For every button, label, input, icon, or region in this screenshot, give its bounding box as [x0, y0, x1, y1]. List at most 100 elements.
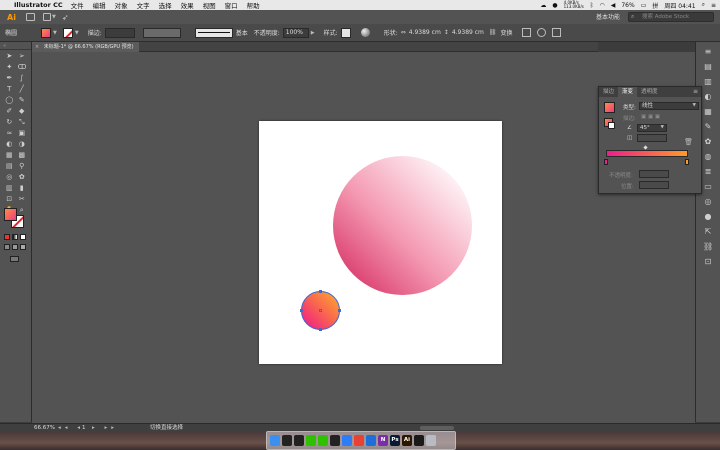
menu-view[interactable]: 视图: [203, 0, 216, 10]
artboard-navigation[interactable]: ◂◂ ◂: [58, 424, 84, 432]
appearance-icon[interactable]: ●: [703, 212, 713, 222]
perspective-grid-icon[interactable]: ▦: [5, 151, 13, 159]
artboard-number[interactable]: 1: [82, 424, 86, 432]
dock-app-illustrator-icon[interactable]: Ai: [402, 435, 412, 446]
stop-opacity-input[interactable]: [639, 170, 669, 178]
symbol-sprayer-icon[interactable]: ✿: [18, 173, 26, 181]
gradient-tool-icon[interactable]: ▤: [5, 162, 13, 170]
anchor-point[interactable]: [300, 309, 303, 312]
graph-tool-icon[interactable]: ▥: [5, 184, 13, 192]
draw-inside-icon[interactable]: [20, 244, 26, 250]
bridge-icon[interactable]: [26, 13, 35, 21]
scale-tool-icon[interactable]: ⤡: [18, 118, 26, 126]
small-gradient-circle[interactable]: [300, 290, 341, 331]
export-icon[interactable]: ⇱: [703, 227, 713, 237]
tab-transparency[interactable]: 透明度: [637, 87, 662, 97]
fill-swatch[interactable]: [41, 27, 51, 38]
menu-help[interactable]: 帮助: [247, 0, 260, 10]
dock-app-finder-icon[interactable]: [270, 435, 280, 446]
close-icon[interactable]: ×: [35, 44, 39, 50]
dock-app-wechat-2-icon[interactable]: [318, 435, 328, 446]
dock-app-qq-icon[interactable]: [282, 435, 292, 446]
menu-object[interactable]: 对象: [115, 0, 128, 10]
menu-type[interactable]: 文字: [137, 0, 150, 10]
canvas[interactable]: [32, 52, 695, 423]
dock-app-photoshop-icon[interactable]: Ps: [390, 435, 400, 446]
dock-app-qq-2-icon[interactable]: [294, 435, 304, 446]
arrange-documents-icon[interactable]: [43, 13, 51, 21]
brushes-icon[interactable]: ✎: [703, 122, 713, 132]
chevron-right-icon[interactable]: ▶: [311, 30, 315, 36]
stroke-gradient-options-icon[interactable]: ▣ ▣ ▣: [641, 114, 660, 120]
fill-color-box[interactable]: [4, 208, 17, 221]
volume-icon[interactable]: ◀: [611, 2, 616, 9]
menu-file[interactable]: 文件: [71, 0, 84, 10]
eyedropper-icon[interactable]: ⚲: [18, 162, 26, 170]
large-gradient-circle[interactable]: [333, 156, 472, 295]
recolor-artwork-icon[interactable]: [360, 28, 370, 37]
battery-icon[interactable]: ▭: [641, 2, 647, 9]
panel-menu-icon[interactable]: [551, 28, 561, 37]
opacity-input[interactable]: 100%: [282, 27, 309, 38]
pen-tool-icon[interactable]: ✒: [5, 74, 13, 82]
menu-window[interactable]: 窗口: [225, 0, 238, 10]
variable-width-profile[interactable]: [142, 27, 181, 38]
delete-stop-icon[interactable]: 🗑: [684, 138, 693, 146]
zoom-level[interactable]: 66.67%: [34, 424, 55, 432]
shaper-tool-icon[interactable]: ✐: [5, 107, 13, 115]
spotlight-icon[interactable]: ⌕: [702, 1, 705, 9]
input-method-icon[interactable]: 拼: [652, 1, 658, 10]
libraries-icon[interactable]: ▥: [703, 77, 713, 87]
none-button[interactable]: [20, 234, 26, 240]
screen-mode-icon[interactable]: [10, 256, 19, 262]
anchor-point[interactable]: [319, 290, 322, 293]
isolate-icon[interactable]: [536, 28, 546, 37]
direct-selection-tool-icon[interactable]: ➢: [18, 52, 26, 60]
dock-app-wechat-icon[interactable]: [306, 435, 316, 446]
ellipse-tool-icon[interactable]: ◯: [5, 96, 13, 104]
bluetooth-icon[interactable]: ᛒ: [590, 2, 594, 9]
stroke-indicator[interactable]: [608, 122, 615, 129]
app-menu[interactable]: Illustrator CC: [14, 1, 63, 9]
draw-normal-icon[interactable]: [4, 244, 10, 250]
brush-definition[interactable]: [194, 27, 233, 38]
dock-app-chrome-icon[interactable]: [354, 435, 364, 446]
send-icon[interactable]: ➶: [62, 13, 69, 22]
rotate-tool-icon[interactable]: ↻: [5, 118, 13, 126]
paintbrush-icon[interactable]: ✎: [18, 96, 26, 104]
stroke-swatch[interactable]: [62, 27, 73, 38]
artboard[interactable]: [259, 121, 502, 364]
mesh-tool-icon[interactable]: ▩: [18, 151, 26, 159]
type-tool-icon[interactable]: T: [5, 85, 13, 93]
gradient-slider[interactable]: [606, 150, 688, 157]
anchor-point[interactable]: [319, 328, 322, 331]
menu-effect[interactable]: 效果: [181, 0, 194, 10]
midpoint-diamond[interactable]: [643, 145, 648, 150]
transform-button[interactable]: 变换: [501, 28, 513, 37]
blend-tool-icon[interactable]: ◎: [5, 173, 13, 181]
penguin-icon[interactable]: ●: [552, 2, 557, 9]
graphic-style-swatch[interactable]: [340, 27, 351, 38]
stroke-weight-input[interactable]: [104, 27, 135, 38]
clock[interactable]: 周四 04:41: [664, 1, 695, 10]
swatches-icon[interactable]: ▦: [703, 107, 713, 117]
gradient-stop-end[interactable]: [685, 159, 689, 165]
constrain-proportions-icon[interactable]: ⛓: [489, 29, 497, 36]
dock-app-app-9-icon[interactable]: [366, 435, 376, 446]
shape-builder-icon[interactable]: ◐: [5, 140, 13, 148]
link-icon[interactable]: ⇔: [401, 29, 406, 36]
menu-select[interactable]: 选择: [159, 0, 172, 10]
gradient-stop-start[interactable]: [604, 159, 608, 165]
shape-height-value[interactable]: 4.9389 cm: [452, 29, 484, 36]
align-icon[interactable]: [521, 28, 531, 37]
horizontal-scrollbar[interactable]: [420, 426, 454, 430]
properties-icon[interactable]: ≡: [703, 47, 713, 57]
width-tool-icon[interactable]: ≈: [5, 129, 13, 137]
dock-app-trash-icon[interactable]: [426, 435, 436, 446]
curvature-tool-icon[interactable]: ∫: [18, 74, 26, 82]
gradient-type-select[interactable]: 线性 ▼: [639, 102, 699, 110]
artboard-navigation-next[interactable]: ▸ ▸▸: [92, 424, 118, 432]
stop-location-input[interactable]: [639, 181, 669, 189]
graphic-styles-icon[interactable]: ◍: [703, 152, 713, 162]
transparency-panel-icon[interactable]: ◎: [703, 197, 713, 207]
